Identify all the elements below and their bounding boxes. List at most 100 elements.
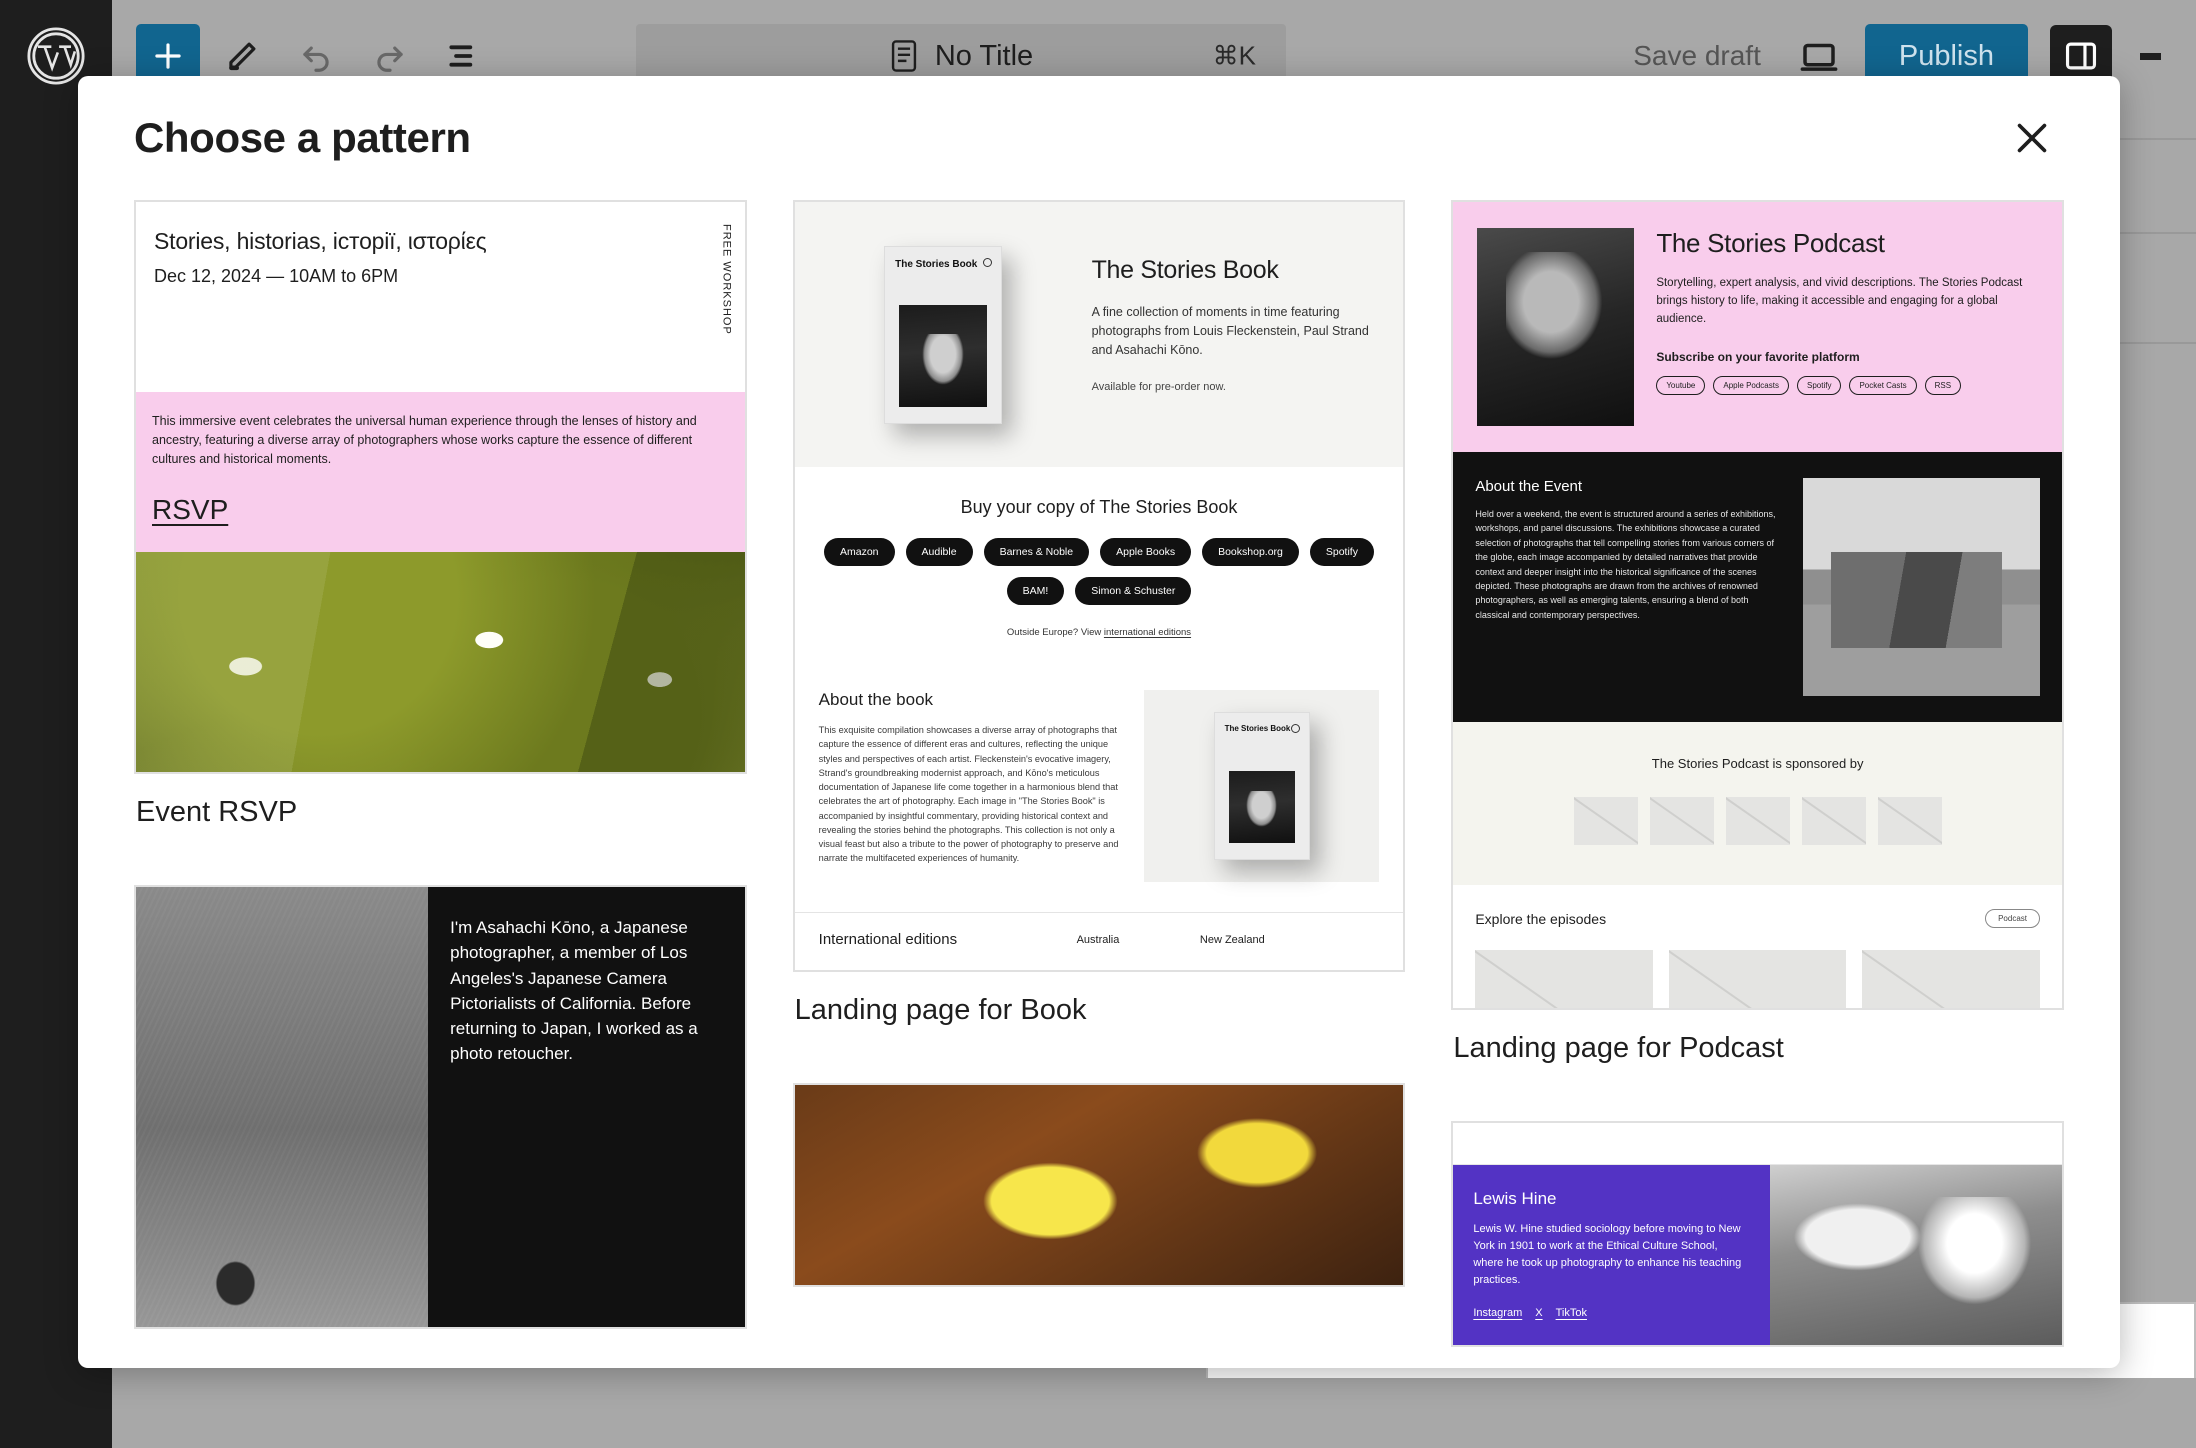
book-cover-title-secondary: The Stories Book — [1225, 725, 1291, 734]
bio-photo — [136, 887, 428, 1327]
event-date: Dec 12, 2024 — 10AM to 6PM — [154, 266, 727, 287]
event-description-block: This immersive event celebrates the univ… — [136, 392, 745, 552]
lewis-hine-text-block: Lewis Hine Lewis W. Hine studied sociolo… — [1453, 1165, 1770, 1345]
platform-chip[interactable]: Spotify — [1797, 376, 1841, 395]
pattern-card-lewis-hine[interactable]: Lewis Hine Lewis W. Hine studied sociolo… — [1451, 1121, 2064, 1347]
pattern-column-2: The Stories Book The Stories Book A fine… — [793, 200, 1406, 1359]
platform-chip[interactable]: Pocket Casts — [1849, 376, 1916, 395]
book-preorder-note: Available for pre-order now. — [1092, 381, 1378, 393]
pattern-label-podcast: Landing page for Podcast — [1451, 1010, 2064, 1109]
sponsor-logo-placeholder — [1574, 797, 1638, 845]
podcast-hero-text: The Stories Podcast Storytelling, expert… — [1656, 228, 2038, 426]
event-header: Stories, historias, історії, ιστορίες De… — [136, 202, 745, 392]
book-cover-wrap: The Stories Book — [821, 232, 1066, 427]
podcast-event-heading: About the Event — [1475, 478, 1783, 495]
lewis-hine-body: Lewis Hine Lewis W. Hine studied sociolo… — [1453, 1165, 2062, 1345]
book-cover-title: The Stories Book — [895, 259, 977, 270]
pattern-grid: Stories, historias, історії, ιστορίες De… — [134, 200, 2064, 1359]
social-link-instagram[interactable]: Instagram — [1473, 1307, 1522, 1319]
retailer-chip[interactable]: Barnes & Noble — [984, 538, 1090, 566]
podcast-sponsor-section: The Stories Podcast is sponsored by — [1453, 722, 2062, 885]
lewis-hine-heading: Lewis Hine — [1473, 1189, 1750, 1209]
podcast-portrait — [1477, 228, 1634, 426]
podcast-episode-grid — [1475, 950, 2040, 1008]
pattern-card-book[interactable]: The Stories Book The Stories Book A fine… — [793, 200, 1406, 1071]
pattern-card-event-rsvp[interactable]: Stories, historias, історії, ιστορίες De… — [134, 200, 747, 873]
book-buy-heading: Buy your copy of The Stories Book — [819, 497, 1380, 518]
pattern-card-photographer-bio[interactable]: I'm Asahachi Kōno, a Japanese photograph… — [134, 885, 747, 1329]
sponsor-logo-placeholder — [1802, 797, 1866, 845]
pattern-card-flower[interactable] — [793, 1083, 1406, 1287]
podcast-episodes-tag[interactable]: Podcast — [1985, 909, 2040, 928]
podcast-event-text-block: About the Event Held over a weekend, the… — [1475, 478, 1783, 696]
podcast-episodes-heading: Explore the episodes — [1475, 911, 1606, 927]
pattern-label-book: Landing page for Book — [793, 972, 1406, 1071]
podcast-event-section: About the Event Held over a weekend, the… — [1453, 452, 2062, 722]
book-buy-section: Buy your copy of The Stories Book Amazon… — [795, 467, 1404, 664]
podcast-episodes-header: Explore the episodes Podcast — [1475, 909, 2040, 928]
book-footer: International editions Australia New Zea… — [795, 912, 1404, 970]
sponsor-logo-placeholder — [1878, 797, 1942, 845]
pattern-preview-flower — [793, 1083, 1406, 1287]
page-title: Choose a pattern — [134, 114, 471, 162]
podcast-subscribe-heading: Subscribe on your favorite platform — [1656, 350, 2038, 364]
platform-chip[interactable]: RSS — [1925, 376, 1961, 395]
event-description: This immersive event celebrates the univ… — [152, 412, 729, 468]
book-cover-dot-icon — [983, 258, 992, 267]
lewis-hine-text: Lewis W. Hine studied sociology before m… — [1473, 1221, 1750, 1289]
podcast-event-text: Held over a weekend, the event is struct… — [1475, 507, 1783, 622]
choose-pattern-modal: Choose a pattern Stories, historias, іст… — [78, 76, 2120, 1368]
book-heading: The Stories Book — [1092, 256, 1378, 285]
book-footer-link[interactable]: Australia — [1077, 934, 1200, 946]
book-cover-photo-secondary — [1229, 771, 1295, 843]
podcast-episodes-section: Explore the episodes Podcast — [1453, 885, 2062, 1008]
book-about-image: The Stories Book — [1144, 690, 1379, 882]
retailer-chip[interactable]: Simon & Schuster — [1075, 577, 1191, 605]
event-heading: Stories, historias, історії, ιστορίες — [154, 228, 727, 255]
retailer-chip[interactable]: BAM! — [1007, 577, 1065, 605]
pattern-grid-scroll[interactable]: Stories, historias, історії, ιστορίες De… — [78, 200, 2120, 1368]
book-hero-text: The Stories Book A fine collection of mo… — [1092, 232, 1378, 427]
bio-text-block: I'm Asahachi Kōno, a Japanese photograph… — [428, 887, 745, 1327]
podcast-heading: The Stories Podcast — [1656, 228, 2038, 259]
book-international-prefix: Outside Europe? View — [1007, 627, 1104, 638]
book-international-link[interactable]: international editions — [1104, 627, 1191, 638]
retailer-chip[interactable]: Spotify — [1310, 538, 1374, 566]
book-about-text-block: About the book This exquisite compilatio… — [819, 690, 1122, 882]
lewis-hine-photo — [1770, 1165, 2062, 1345]
book-about-heading: About the book — [819, 690, 1122, 710]
pattern-card-podcast[interactable]: The Stories Podcast Storytelling, expert… — [1451, 200, 2064, 1109]
book-hero: The Stories Book The Stories Book A fine… — [795, 202, 1404, 467]
social-link-tiktok[interactable]: TikTok — [1556, 1307, 1587, 1319]
retailer-chip[interactable]: Bookshop.org — [1202, 538, 1299, 566]
event-photo — [136, 552, 745, 772]
sponsor-logo-placeholder — [1650, 797, 1714, 845]
flower-photo — [795, 1085, 1404, 1285]
close-icon — [2009, 115, 2055, 161]
pattern-preview-book: The Stories Book The Stories Book A fine… — [793, 200, 1406, 972]
bio-text: I'm Asahachi Kōno, a Japanese photograph… — [450, 915, 723, 1066]
screen: Cu Ad Enter new Page ✕ — [0, 0, 2196, 1448]
modal-close-button[interactable] — [2000, 106, 2064, 170]
social-link-x[interactable]: X — [1535, 1307, 1542, 1319]
platform-chip[interactable]: Youtube — [1656, 376, 1705, 395]
sponsor-logo-placeholder — [1726, 797, 1790, 845]
platform-chip[interactable]: Apple Podcasts — [1713, 376, 1789, 395]
pattern-preview-photographer-bio: I'm Asahachi Kōno, a Japanese photograph… — [134, 885, 747, 1329]
book-footer-link[interactable]: New Zealand — [1200, 934, 1323, 946]
book-cover: The Stories Book — [884, 246, 1002, 424]
bio-card: I'm Asahachi Kōno, a Japanese photograph… — [136, 887, 745, 1327]
modal-header: Choose a pattern — [78, 76, 2120, 200]
event-rsvp-link[interactable]: RSVP — [152, 494, 228, 526]
episode-thumb-placeholder — [1669, 950, 1847, 1008]
event-vertical-tag: FREE WORKSHOP — [721, 224, 733, 335]
retailer-chip[interactable]: Apple Books — [1100, 538, 1191, 566]
lewis-hine-social-links: Instagram X TikTok — [1473, 1307, 1750, 1319]
pattern-column-1: Stories, historias, історії, ιστορίες De… — [134, 200, 747, 1359]
retailer-chip[interactable]: Audible — [906, 538, 973, 566]
retailer-chip[interactable]: Amazon — [824, 538, 895, 566]
book-international-note: Outside Europe? View international editi… — [819, 627, 1380, 638]
lewis-hine-card: Lewis Hine Lewis W. Hine studied sociolo… — [1453, 1123, 2062, 1345]
lewis-hine-topbar — [1453, 1123, 2062, 1165]
book-subtitle: A fine collection of moments in time fea… — [1092, 303, 1378, 359]
